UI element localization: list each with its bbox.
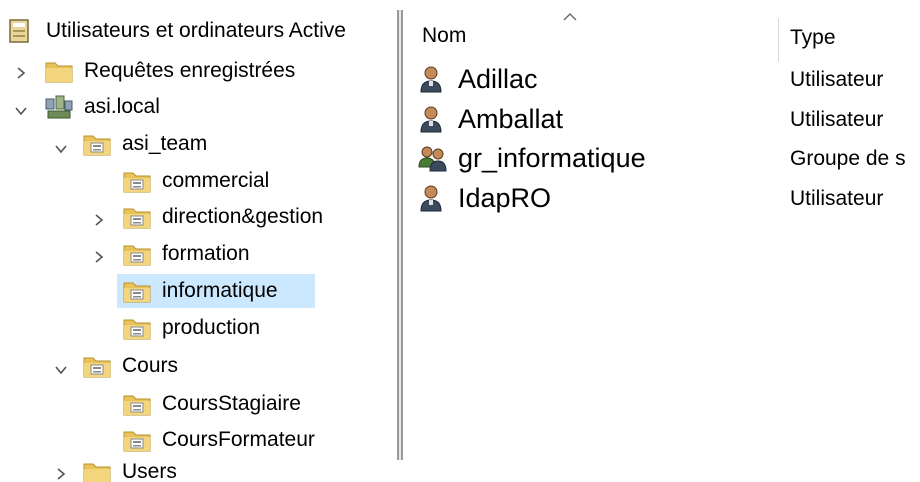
console-root-icon	[6, 17, 36, 45]
folder-icon	[44, 57, 74, 85]
tree-item-label: direction&gestion	[162, 205, 324, 228]
list-item[interactable]: gr_informatique Groupe de s	[418, 141, 920, 177]
tree-item-label: Requêtes enregistrées	[84, 59, 296, 82]
tree-item-formation[interactable]: formation	[122, 237, 254, 271]
pane-splitter[interactable]	[397, 10, 403, 460]
chevron-right-icon[interactable]	[92, 250, 106, 264]
tree-item-label: CoursFormateur	[162, 428, 315, 451]
item-type: Utilisateur	[790, 68, 884, 91]
list-item[interactable]: Amballat Utilisateur	[418, 102, 920, 138]
ou-folder-icon	[82, 352, 112, 380]
tree-item-commercial[interactable]: commercial	[122, 164, 273, 198]
chevron-right-icon[interactable]	[14, 66, 28, 80]
item-name: IdapRO	[458, 183, 552, 213]
item-name: gr_informatique	[458, 143, 646, 173]
tree-item-direction-gestion[interactable]: direction&gestion	[122, 200, 327, 234]
tree-item-root[interactable]: Utilisateurs et ordinateurs Active	[6, 14, 350, 48]
column-header-name[interactable]: Nom	[422, 24, 466, 48]
tree-item-label: informatique	[162, 279, 278, 302]
tree-item-label: asi_team	[122, 132, 208, 155]
item-type: Utilisateur	[790, 108, 884, 131]
chevron-down-icon[interactable]	[54, 142, 68, 156]
ou-folder-icon	[122, 240, 152, 268]
tree-item-asi-team[interactable]: asi_team	[82, 127, 211, 161]
tree-item-cours-formateur[interactable]: CoursFormateur	[122, 423, 319, 457]
tree-item-label: production	[162, 316, 261, 339]
user-icon	[418, 183, 448, 213]
item-name: Adillac	[458, 64, 538, 94]
column-header-type[interactable]: Type	[790, 26, 836, 50]
ou-folder-icon	[122, 314, 152, 342]
tree-item-cours[interactable]: Cours	[82, 349, 182, 383]
chevron-right-icon[interactable]	[92, 213, 106, 227]
tree-item-domain[interactable]: asi.local	[44, 90, 164, 124]
details-list: Nom Type Adillac Utilisateur Amballat Ut…	[406, 0, 920, 482]
tree-item-informatique[interactable]: informatique	[122, 274, 282, 308]
chevron-right-icon[interactable]	[54, 467, 68, 481]
column-divider[interactable]	[778, 18, 779, 62]
tree-item-cours-stagiaire[interactable]: CoursStagiaire	[122, 387, 305, 421]
group-icon	[418, 143, 448, 173]
ou-folder-icon	[122, 426, 152, 454]
tree-item-production[interactable]: production	[122, 311, 264, 345]
tree-item-users[interactable]: Users	[82, 455, 181, 482]
list-item[interactable]: IdapRO Utilisateur	[418, 181, 920, 217]
sort-ascending-icon	[562, 8, 578, 21]
chevron-down-icon[interactable]	[14, 104, 28, 118]
ou-folder-icon	[82, 130, 112, 158]
tree-item-saved-queries[interactable]: Requêtes enregistrées	[44, 54, 299, 88]
ou-folder-icon	[122, 277, 152, 305]
tree-item-label: formation	[162, 242, 250, 265]
tree-item-label: commercial	[162, 169, 270, 192]
tree-item-label: Cours	[122, 354, 179, 377]
item-type: Groupe de s	[790, 147, 906, 170]
domain-icon	[44, 93, 74, 121]
user-icon	[418, 104, 448, 134]
user-icon	[418, 64, 448, 94]
chevron-down-icon[interactable]	[54, 363, 68, 377]
item-type: Utilisateur	[790, 187, 884, 210]
navigation-tree: Utilisateurs et ordinateurs Active Requê…	[0, 0, 396, 482]
ou-folder-icon	[122, 203, 152, 231]
ou-folder-icon	[122, 390, 152, 418]
ou-folder-icon	[122, 167, 152, 195]
tree-item-label: Utilisateurs et ordinateurs Active	[46, 19, 346, 42]
folder-icon	[82, 458, 112, 482]
tree-item-label: asi.local	[84, 95, 160, 118]
tree-item-label: CoursStagiaire	[162, 392, 301, 415]
tree-item-label: Users	[122, 460, 177, 482]
item-name: Amballat	[458, 104, 564, 134]
list-item[interactable]: Adillac Utilisateur	[418, 62, 920, 98]
